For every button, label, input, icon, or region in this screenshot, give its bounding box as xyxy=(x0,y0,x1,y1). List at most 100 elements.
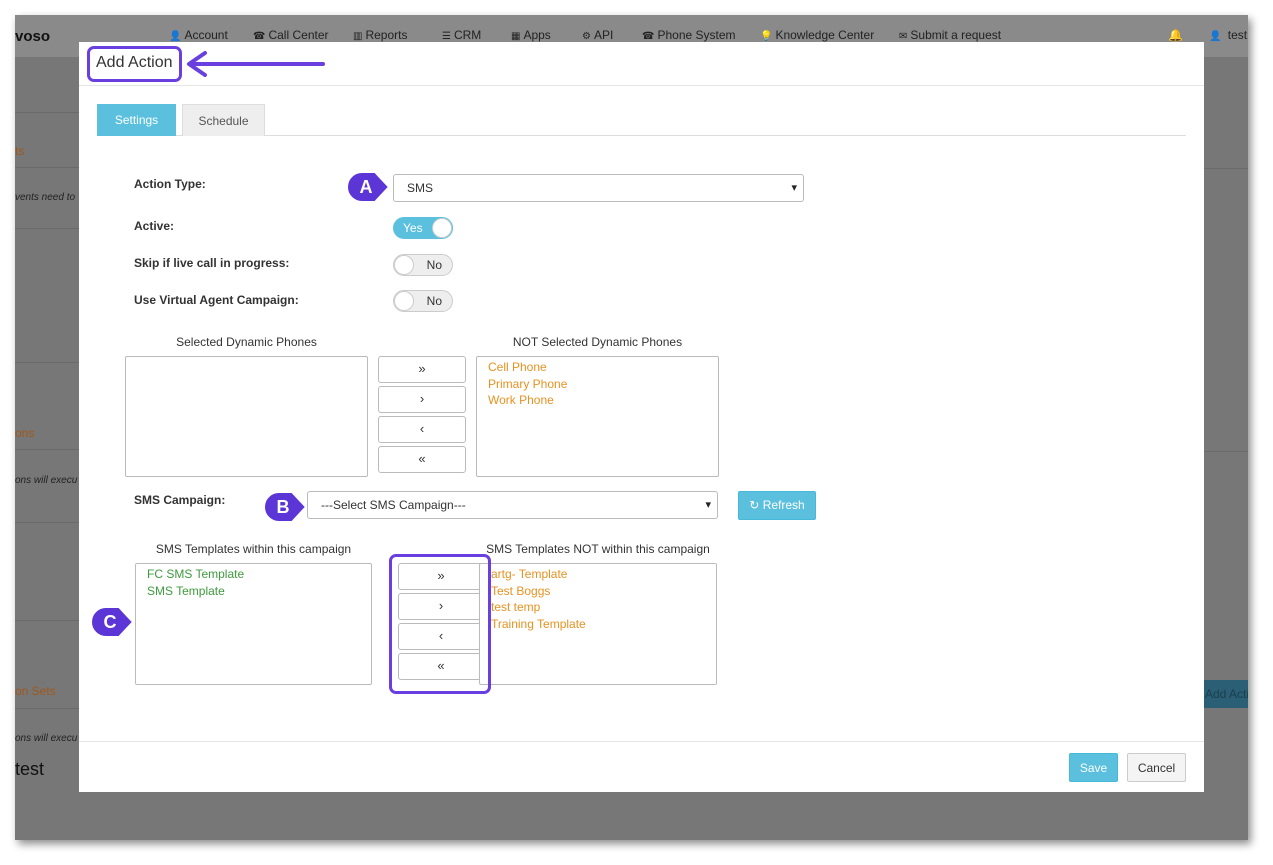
bg-section-title: on Sets xyxy=(15,684,56,698)
bar-chart-icon: ▥ xyxy=(353,31,363,42)
nav-crm[interactable]: ☰ CRM xyxy=(442,28,481,42)
bell-icon[interactable]: 🔔 xyxy=(1168,28,1183,42)
list-item[interactable]: test temp xyxy=(491,599,716,616)
nav-label: Account xyxy=(184,28,228,42)
bg-divider xyxy=(15,449,79,450)
nav-apps[interactable]: ▦ Apps xyxy=(511,28,551,42)
username: test xyxy=(1227,28,1248,42)
bg-help-text: ons will execu xyxy=(15,733,78,744)
sms-campaign-value: ---Select SMS Campaign--- xyxy=(321,498,466,512)
nav-phone-system[interactable]: ☎ Phone System xyxy=(642,28,736,42)
list-item[interactable]: SMS Template xyxy=(147,583,371,600)
ticket-icon: ✉ xyxy=(899,31,908,42)
nav-account[interactable]: 👤 Account xyxy=(169,28,228,42)
bg-help-text: vents need to xyxy=(15,192,76,203)
move-left-button[interactable]: ‹ xyxy=(378,416,466,443)
bg-divider xyxy=(15,167,79,168)
marker-letter: A xyxy=(360,177,373,197)
nav-api[interactable]: ⚙ API xyxy=(582,28,613,42)
toggle-knob xyxy=(394,291,414,311)
title-highlight-annotation xyxy=(87,46,182,82)
grid-icon: ▦ xyxy=(511,31,521,42)
tab-settings[interactable]: Settings xyxy=(97,104,176,136)
move-all-right-button[interactable]: » xyxy=(378,356,466,383)
sms-campaign-select[interactable]: ---Select SMS Campaign--- ▾ xyxy=(307,491,718,519)
not-selected-phones-caption: NOT Selected Dynamic Phones xyxy=(512,335,683,349)
marker-letter: C xyxy=(104,612,117,632)
bg-divider xyxy=(1204,451,1248,452)
phone-icon: ☎ xyxy=(642,31,655,42)
nav-call-center[interactable]: ☎ Call Center xyxy=(253,28,329,42)
list-item[interactable]: Primary Phone xyxy=(488,376,718,393)
templates-not-within-list[interactable]: artg- Template Test Boggs test temp Trai… xyxy=(479,563,717,685)
not-selected-phones-list[interactable]: Cell Phone Primary Phone Work Phone xyxy=(476,356,719,477)
bg-divider xyxy=(15,228,79,229)
double-chevron-left-icon: « xyxy=(418,451,426,466)
skip-live-call-toggle[interactable]: No xyxy=(393,254,453,276)
bg-divider xyxy=(15,522,79,523)
toggle-knob xyxy=(394,255,414,275)
nav-reports[interactable]: ▥ Reports xyxy=(353,28,407,42)
templates-within-list[interactable]: FC SMS Template SMS Template xyxy=(135,563,372,685)
bg-add-action-button: Add Acti xyxy=(1204,680,1248,708)
move-right-button[interactable]: › xyxy=(378,386,466,413)
chevron-left-icon: ‹ xyxy=(419,421,425,436)
active-toggle[interactable]: Yes xyxy=(393,217,453,239)
arrow-annotation xyxy=(187,51,325,77)
list-icon: ☰ xyxy=(442,31,451,42)
nav-label: Knowledge Center xyxy=(775,28,875,42)
bg-divider xyxy=(1204,168,1248,169)
virtual-agent-toggle[interactable]: No xyxy=(393,290,453,312)
nav-knowledge-center[interactable]: 💡 Knowledge Center xyxy=(760,28,874,42)
add-action-modal: Add Action Settings Schedule Action Type… xyxy=(79,42,1204,792)
brand-logo: voso xyxy=(15,28,51,45)
toggle-text: No xyxy=(426,294,442,308)
tab-bar: Settings Schedule xyxy=(97,104,1186,136)
refresh-button[interactable]: ↻ Refresh xyxy=(738,491,816,520)
list-item[interactable]: Work Phone xyxy=(488,392,718,409)
list-item[interactable]: Test Boggs xyxy=(491,583,716,600)
list-item[interactable]: artg- Template xyxy=(491,566,716,583)
bg-divider xyxy=(15,112,79,113)
virtual-agent-label: Use Virtual Agent Campaign: xyxy=(134,293,299,307)
nav-label: Call Center xyxy=(268,28,329,42)
bg-divider xyxy=(15,362,79,363)
save-button[interactable]: Save xyxy=(1069,753,1118,782)
tab-schedule[interactable]: Schedule xyxy=(182,104,265,136)
move-all-left-button[interactable]: « xyxy=(378,446,466,473)
sms-campaign-label: SMS Campaign: xyxy=(134,493,226,507)
list-item[interactable]: Training Template xyxy=(491,616,716,633)
marker-b-annotation: B xyxy=(263,491,308,523)
refresh-icon: ↻ xyxy=(749,498,760,512)
bg-section-title: ts xyxy=(15,144,25,158)
double-chevron-right-icon: » xyxy=(418,361,426,376)
gear-icon: ⚙ xyxy=(582,31,591,42)
list-item[interactable]: FC SMS Template xyxy=(147,566,371,583)
bg-heading: test xyxy=(15,759,45,779)
modal-footer-divider xyxy=(79,741,1204,742)
chevron-right-icon: › xyxy=(419,391,425,406)
nav-label: Phone System xyxy=(657,28,736,42)
templates-not-within-caption: SMS Templates NOT within this campaign xyxy=(486,542,710,556)
nav-label: Submit a request xyxy=(910,28,1002,42)
nav-label: API xyxy=(593,28,614,42)
refresh-label: Refresh xyxy=(762,498,805,512)
cancel-button[interactable]: Cancel xyxy=(1127,753,1186,782)
selected-phones-list[interactable] xyxy=(125,356,368,477)
move-buttons-highlight-annotation xyxy=(389,554,491,694)
nav-label: Apps xyxy=(523,28,551,42)
marker-c-annotation: C xyxy=(90,606,135,638)
action-type-select[interactable]: SMS ▾ xyxy=(393,174,804,202)
skip-live-call-label: Skip if live call in progress: xyxy=(134,256,290,270)
nav-submit-request[interactable]: ✉ Submit a request xyxy=(899,28,1001,42)
action-type-value: SMS xyxy=(407,181,434,195)
bg-section-title: ons xyxy=(15,426,35,440)
templates-within-caption: SMS Templates within this campaign xyxy=(155,542,352,556)
toggle-text: No xyxy=(426,258,442,272)
user-menu[interactable]: 👤 test xyxy=(1209,28,1247,42)
selected-phones-caption: Selected Dynamic Phones xyxy=(176,335,317,349)
list-item[interactable]: Cell Phone xyxy=(488,359,718,376)
bg-divider xyxy=(15,708,79,709)
action-type-label: Action Type: xyxy=(134,177,206,191)
lightbulb-icon: 💡 xyxy=(760,31,773,42)
